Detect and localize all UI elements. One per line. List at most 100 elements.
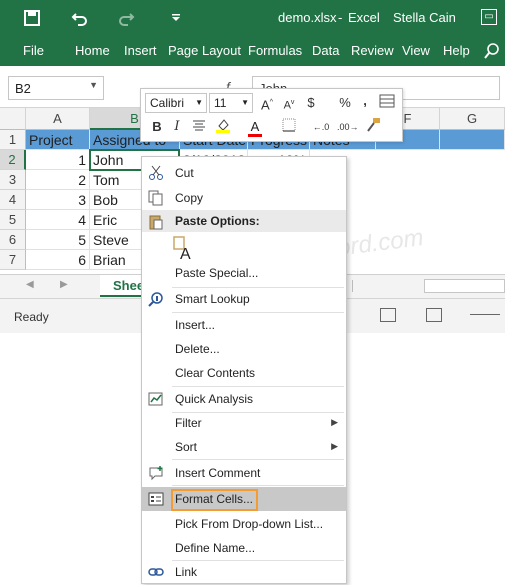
scroll-right-icon[interactable]: ▶: [60, 279, 68, 290]
scroll-left-icon[interactable]: ◀: [26, 279, 34, 290]
chevron-down-icon[interactable]: ▼: [89, 80, 98, 90]
menu-item-label: Cut: [175, 166, 194, 180]
link-icon: [148, 564, 164, 580]
menu-item-insert[interactable]: Insert...: [142, 313, 346, 337]
menu-item-pick-from-list[interactable]: Pick From Drop-down List...: [142, 512, 346, 536]
decrease-decimal-icon[interactable]: .00→: [337, 117, 359, 137]
table-header-cell[interactable]: [440, 130, 505, 150]
menu-item-quick-analysis[interactable]: Quick Analysis: [142, 387, 346, 411]
chevron-down-icon[interactable]: ▼: [241, 98, 249, 107]
menu-item-clear-contents[interactable]: Clear Contents: [142, 361, 346, 385]
tab-insert[interactable]: Insert: [124, 43, 157, 58]
table-cell[interactable]: 6: [26, 250, 90, 270]
italic-button[interactable]: I: [167, 117, 187, 137]
menu-item-label: Sort: [175, 440, 198, 454]
paste-button[interactable]: A: [172, 235, 196, 263]
row-header-4[interactable]: 4: [0, 190, 26, 210]
chevron-right-icon: ▶: [331, 417, 338, 427]
title-separator: -: [338, 10, 343, 25]
name-box-value: B2: [15, 81, 31, 96]
smart-lookup-icon: [148, 291, 164, 307]
tab-view[interactable]: View: [402, 43, 430, 58]
zoom-slider[interactable]: [470, 314, 500, 315]
format-cells-icon: [148, 491, 164, 507]
menu-item-label: Filter: [175, 416, 202, 430]
undo-icon[interactable]: [70, 8, 90, 28]
merge-center-icon[interactable]: [377, 93, 397, 113]
format-painter-icon[interactable]: [363, 117, 383, 137]
chevron-down-icon[interactable]: ▼: [195, 98, 203, 107]
menu-item-label: Quick Analysis: [175, 392, 254, 406]
tab-file[interactable]: File: [23, 43, 44, 58]
borders-icon[interactable]: [279, 117, 299, 137]
column-header-g[interactable]: G: [440, 108, 505, 130]
menu-item-label: Clear Contents: [175, 366, 256, 380]
tab-split-handle[interactable]: [352, 280, 422, 292]
chevron-right-icon: ▶: [331, 441, 338, 451]
name-box[interactable]: B2 ▼: [8, 76, 104, 100]
tab-help[interactable]: Help: [443, 43, 470, 58]
increase-font-icon[interactable]: A^: [257, 93, 277, 113]
comma-button[interactable]: ,: [355, 91, 375, 111]
tell-me-icon[interactable]: [482, 41, 502, 61]
font-color-icon[interactable]: A: [245, 117, 265, 137]
select-all-corner[interactable]: [0, 108, 26, 130]
increase-decimal-icon[interactable]: ←.0: [311, 117, 331, 137]
menu-item-label: Smart Lookup: [175, 292, 250, 306]
font-name-box[interactable]: Calibri ▼: [145, 93, 207, 113]
menu-header-paste-options: Paste Options:: [142, 210, 346, 232]
page-break-view-icon[interactable]: [426, 308, 442, 322]
currency-button[interactable]: $: [301, 93, 321, 113]
bold-button[interactable]: B: [147, 117, 167, 137]
menu-item-sort[interactable]: Sort ▶: [142, 435, 346, 459]
menu-item-delete[interactable]: Delete...: [142, 337, 346, 361]
menu-item-smart-lookup[interactable]: Smart Lookup: [142, 287, 346, 311]
menu-item-copy[interactable]: Copy: [142, 186, 346, 210]
fill-color-icon[interactable]: [213, 117, 233, 137]
sheet-tab-sheet1[interactable]: Shee: [100, 275, 146, 297]
menu-item-define-name[interactable]: Define Name...: [142, 536, 346, 560]
menu-item-insert-comment[interactable]: Insert Comment: [142, 461, 346, 485]
font-size-value: 11: [214, 96, 227, 110]
table-cell[interactable]: 4: [26, 210, 90, 230]
table-cell[interactable]: 2: [26, 170, 90, 190]
menu-item-label: Insert Comment: [175, 466, 261, 480]
tab-data[interactable]: Data: [312, 43, 339, 58]
horizontal-scrollbar[interactable]: [424, 279, 505, 293]
status-text: Ready: [14, 310, 49, 324]
menu-item-cut[interactable]: Cut: [142, 161, 346, 185]
row-header-3[interactable]: 3: [0, 170, 26, 190]
table-cell[interactable]: 5: [26, 230, 90, 250]
tab-home[interactable]: Home: [75, 43, 110, 58]
table-cell[interactable]: 3: [26, 190, 90, 210]
tab-page-layout[interactable]: Page Layout: [168, 43, 241, 58]
page-layout-view-icon[interactable]: [380, 308, 396, 322]
menu-item-label: Insert...: [175, 318, 216, 332]
font-name-value: Calibri: [150, 96, 185, 110]
tab-review[interactable]: Review: [351, 43, 394, 58]
row-header-7[interactable]: 7: [0, 250, 26, 270]
menu-item-paste-special[interactable]: Paste Special...: [142, 261, 346, 285]
clipboard-icon: [148, 214, 164, 230]
column-header-a[interactable]: A: [26, 108, 90, 130]
menu-separator: [172, 485, 344, 486]
save-icon[interactable]: [22, 8, 42, 28]
row-header-1[interactable]: 1: [0, 130, 26, 150]
align-center-icon[interactable]: [189, 117, 209, 137]
row-header-5[interactable]: 5: [0, 210, 26, 230]
menu-item-filter[interactable]: Filter ▶: [142, 411, 346, 435]
menu-item-link[interactable]: Link: [142, 560, 346, 584]
tab-formulas[interactable]: Formulas: [248, 43, 302, 58]
decrease-font-icon[interactable]: Av: [279, 93, 299, 113]
table-cell[interactable]: 1: [26, 150, 90, 170]
row-header-2[interactable]: 2: [0, 150, 26, 170]
redo-icon[interactable]: [116, 8, 136, 28]
row-header-6[interactable]: 6: [0, 230, 26, 250]
percent-button[interactable]: %: [335, 93, 355, 113]
table-header-cell[interactable]: Project: [26, 130, 90, 150]
font-size-box[interactable]: 11 ▼: [209, 93, 253, 113]
menu-item-label: Copy: [175, 191, 204, 205]
user-name[interactable]: Stella Cain: [393, 10, 456, 25]
ribbon-display-options-button[interactable]: ▭: [481, 9, 497, 25]
customize-qat-icon[interactable]: [166, 8, 186, 28]
